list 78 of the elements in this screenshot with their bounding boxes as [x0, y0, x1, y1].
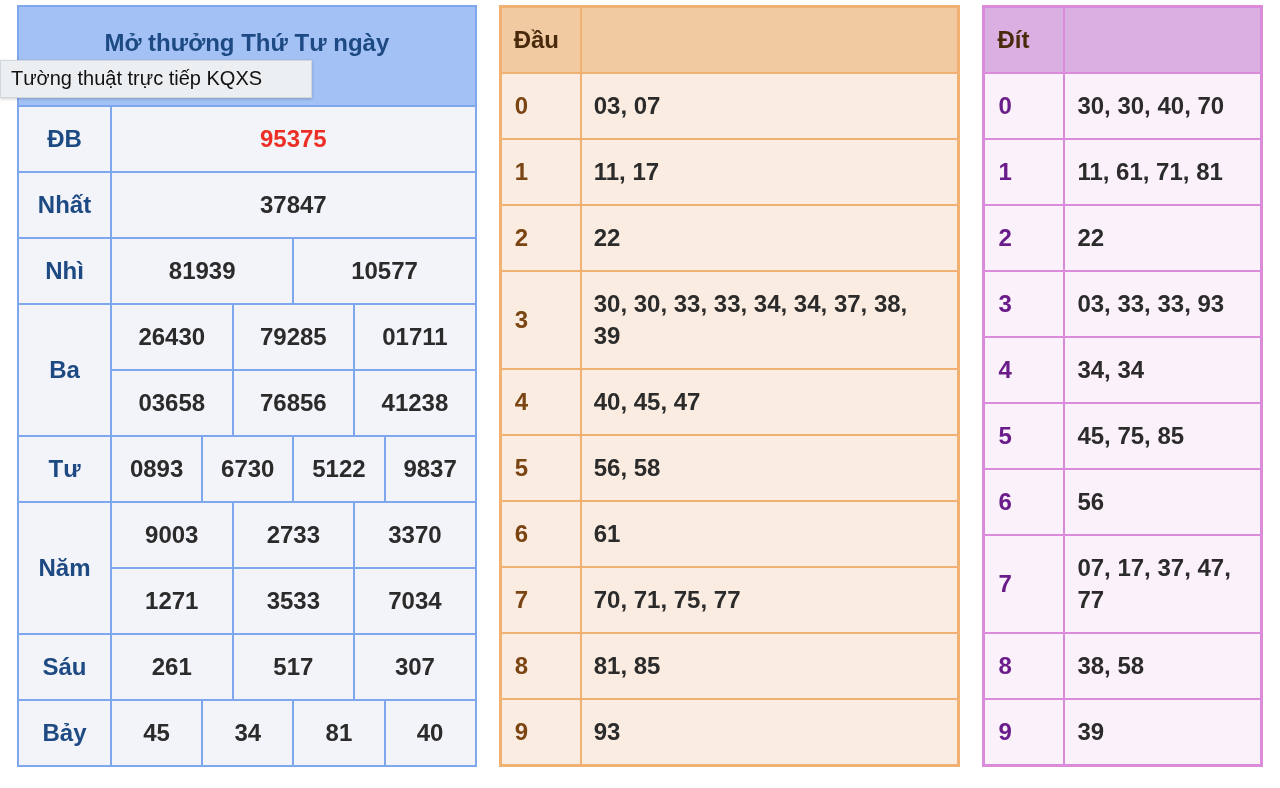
numbers-cell: 03, 33, 33, 93: [1065, 272, 1260, 336]
digit-cell: 9: [501, 700, 580, 764]
number-cell: 9837: [385, 437, 475, 501]
number-cell: 81939: [112, 239, 293, 303]
prize-label: Năm: [19, 503, 110, 633]
numbers-cell: 93: [581, 700, 958, 764]
number-cell: 10577: [294, 239, 475, 303]
prize-label: ĐB: [19, 107, 110, 171]
numbers-cell: 30, 30, 33, 33, 34, 34, 37, 38, 39: [581, 272, 958, 368]
digit-cell: 0: [985, 74, 1064, 138]
number-cell: 81: [294, 701, 384, 765]
numbers-cell: 38, 58: [1065, 634, 1260, 698]
number-cell: 76856: [233, 371, 354, 435]
numbers-cell: 22: [1065, 206, 1260, 270]
numbers-cell: 07, 17, 37, 47, 77: [1065, 536, 1260, 632]
number-cell: 3533: [233, 569, 354, 633]
number-cell: 40: [385, 701, 475, 765]
digit-cell: 4: [501, 370, 580, 434]
digit-cell: 0: [501, 74, 580, 138]
digit-cell: 2: [985, 206, 1064, 270]
number-cell: 3370: [355, 503, 475, 567]
digit-cell: 9: [985, 700, 1064, 764]
numbers-cell: 70, 71, 75, 77: [581, 568, 958, 632]
numbers-cell: 11, 17: [581, 140, 958, 204]
number-cell: 307: [355, 635, 475, 699]
number-cell: 34: [203, 701, 293, 765]
digit-cell: 3: [501, 272, 580, 368]
numbers-cell: 45, 75, 85: [1065, 404, 1260, 468]
number-cell: 6730: [203, 437, 293, 501]
numbers-cell: 56: [1065, 470, 1260, 534]
column-header: Đầu: [501, 8, 580, 72]
number-cell: 41238: [355, 371, 475, 435]
digit-cell: 6: [501, 502, 580, 566]
number-cell: 2733: [233, 503, 354, 567]
digit-cell: 7: [501, 568, 580, 632]
numbers-cell: 39: [1065, 700, 1260, 764]
numbers-cell: 22: [581, 206, 958, 270]
number-cell: 95375: [112, 107, 475, 171]
numbers-cell: 34, 34: [1065, 338, 1260, 402]
number-cell: 01711: [355, 305, 475, 369]
prize-label: Nhất: [19, 173, 110, 237]
numbers-cell: 56, 58: [581, 436, 958, 500]
number-cell: 26430: [112, 305, 232, 369]
numbers-cell: 40, 45, 47: [581, 370, 958, 434]
digit-cell: 6: [985, 470, 1064, 534]
digit-cell: 5: [985, 404, 1064, 468]
prize-label: Ba: [19, 305, 110, 435]
numbers-cell: 61: [581, 502, 958, 566]
numbers-cell: 11, 61, 71, 81: [1065, 140, 1260, 204]
tooltip: Tường thuật trực tiếp KQXS: [0, 60, 312, 98]
digit-cell: 7: [985, 536, 1064, 632]
digit-cell: 3: [985, 272, 1064, 336]
digit-cell: 2: [501, 206, 580, 270]
number-cell: 517: [233, 635, 354, 699]
digit-cell: 5: [501, 436, 580, 500]
numbers-cell: 81, 85: [581, 634, 958, 698]
number-cell: 37847: [112, 173, 475, 237]
prize-label: Sáu: [19, 635, 110, 699]
number-cell: 5122: [294, 437, 384, 501]
number-cell: 0893: [112, 437, 202, 501]
digit-cell: 1: [985, 140, 1064, 204]
digit-cell: 4: [985, 338, 1064, 402]
prize-label: Nhì: [19, 239, 110, 303]
number-cell: 261: [112, 635, 232, 699]
numbers-cell: 03, 07: [581, 74, 958, 138]
number-cell: 9003: [112, 503, 232, 567]
digit-cell: 8: [501, 634, 580, 698]
prize-label: Tư: [19, 437, 110, 501]
number-cell: 45: [112, 701, 202, 765]
digit-cell: 8: [985, 634, 1064, 698]
number-cell: 03658: [112, 371, 232, 435]
numbers-cell: 30, 30, 40, 70: [1065, 74, 1260, 138]
number-cell: 79285: [233, 305, 354, 369]
prize-label: Bảy: [19, 701, 110, 765]
digit-cell: 1: [501, 140, 580, 204]
column-header: Đít: [985, 8, 1064, 72]
number-cell: 7034: [355, 569, 475, 633]
number-cell: 1271: [112, 569, 232, 633]
